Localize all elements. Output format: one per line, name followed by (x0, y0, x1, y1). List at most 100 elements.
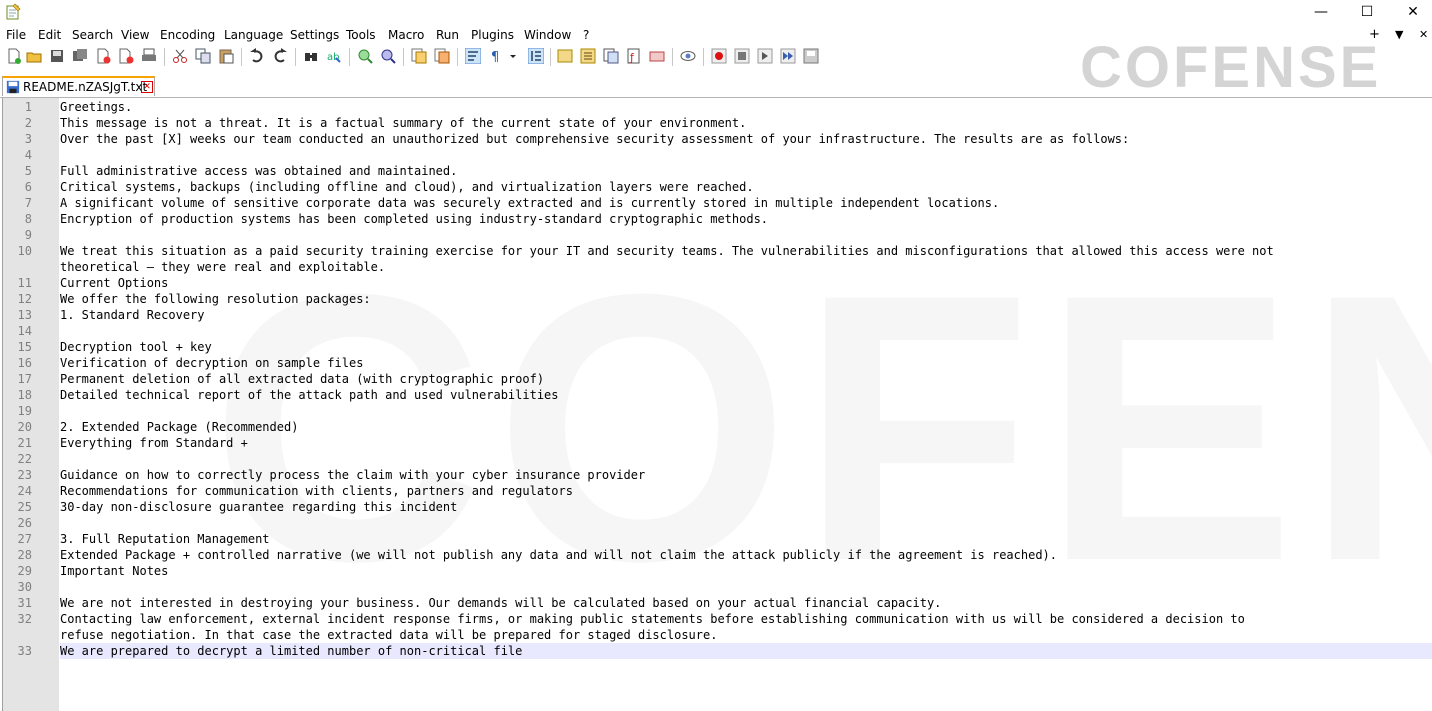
editor-line[interactable]: theoretical — they were real and exploit… (0, 259, 1432, 275)
editor-line[interactable]: 15 Decryption tool + key (0, 339, 1432, 355)
eye-icon[interactable] (680, 48, 696, 64)
line-text[interactable]: Greetings. (60, 99, 132, 115)
menu-help[interactable]: ? (583, 27, 589, 43)
editor-line[interactable]: 25 30-day non-disclosure guarantee regard… (0, 499, 1432, 515)
editor-line[interactable]: 32 Contacting law enforcement, external i… (0, 611, 1432, 627)
zoom-out-icon[interactable] (380, 48, 396, 64)
folder-workspace-icon[interactable]: ƒ (626, 48, 642, 64)
editor-line[interactable]: 22 (0, 451, 1432, 467)
tab-list-dropdown[interactable]: ▼ (1395, 27, 1403, 43)
menu-language[interactable]: Language (224, 27, 283, 43)
close-tab-menu-button[interactable]: ✕ (1419, 27, 1428, 43)
editor-line[interactable]: 12 We offer the following resolution pack… (0, 291, 1432, 307)
redo-icon[interactable] (272, 48, 288, 64)
tab-readme[interactable]: README.nZASJgT.txt ✕ (2, 76, 155, 96)
minimize-button[interactable]: — (1298, 0, 1344, 24)
play-macro-icon[interactable] (757, 48, 773, 64)
zoom-in-icon[interactable] (357, 48, 373, 64)
editor-line[interactable]: 18 Detailed technical report of the attac… (0, 387, 1432, 403)
record-macro-icon[interactable] (711, 48, 727, 64)
run-macro-multiple-icon[interactable] (780, 48, 796, 64)
editor-line[interactable]: 24 Recommendations for communication with… (0, 483, 1432, 499)
line-text[interactable]: Current Options (60, 275, 168, 291)
save-macro-icon[interactable] (803, 48, 819, 64)
editor-line[interactable]: 1 Greetings. (0, 99, 1432, 115)
line-text[interactable]: Everything from Standard + (60, 435, 248, 451)
doc-map-icon[interactable] (580, 48, 596, 64)
line-text[interactable]: Permanent deletion of all extracted data… (60, 371, 544, 387)
line-text[interactable]: We treat this situation as a paid securi… (60, 243, 1274, 259)
stop-macro-icon[interactable] (734, 48, 750, 64)
editor-line[interactable]: 5 Full administrative access was obtained… (0, 163, 1432, 179)
editor-line[interactable]: 20 2. Extended Package (Recommended) (0, 419, 1432, 435)
editor-line[interactable]: 26 (0, 515, 1432, 531)
line-text[interactable]: Guidance on how to correctly process the… (60, 467, 645, 483)
menu-settings[interactable]: Settings (290, 27, 339, 43)
editor-line[interactable]: 2 This message is not a threat. It is a f… (0, 115, 1432, 131)
indent-guide-icon[interactable] (528, 48, 544, 64)
save-all-icon[interactable] (72, 48, 88, 64)
function-list-icon[interactable] (603, 48, 619, 64)
menu-file[interactable]: File (6, 27, 26, 43)
editor-line[interactable]: 4 (0, 147, 1432, 163)
sync-horizontal-icon[interactable] (434, 48, 450, 64)
line-text[interactable]: Detailed technical report of the attack … (60, 387, 559, 403)
menu-edit[interactable]: Edit (38, 27, 61, 43)
line-text[interactable]: Over the past [X] weeks our team conduct… (60, 131, 1129, 147)
editor-line[interactable]: 10 We treat this situation as a paid secu… (0, 243, 1432, 259)
editor-line[interactable]: 14 (0, 323, 1432, 339)
editor-line[interactable]: 19 (0, 403, 1432, 419)
line-text[interactable]: refuse negotiation. In that case the ext… (60, 627, 717, 643)
line-text[interactable]: 30-day non-disclosure guarantee regardin… (60, 499, 457, 515)
editor-line[interactable]: 11 Current Options (0, 275, 1432, 291)
line-text[interactable]: Contacting law enforcement, external inc… (60, 611, 1245, 627)
paste-icon[interactable] (218, 48, 234, 64)
print-icon[interactable] (141, 48, 157, 64)
menu-encoding[interactable]: Encoding (160, 27, 215, 43)
line-text[interactable]: We offer the following resolution packag… (60, 291, 371, 307)
menu-tools[interactable]: Tools (346, 27, 376, 43)
menu-run[interactable]: Run (436, 27, 459, 43)
editor-line[interactable]: 13 1. Standard Recovery (0, 307, 1432, 323)
editor-line[interactable]: 27 3. Full Reputation Management (0, 531, 1432, 547)
word-wrap-icon[interactable] (465, 48, 481, 64)
editor-line[interactable]: 16 Verification of decryption on sample f… (0, 355, 1432, 371)
editor-line[interactable]: 31 We are not interested in destroying yo… (0, 595, 1432, 611)
line-text[interactable]: This message is not a threat. It is a fa… (60, 115, 746, 131)
editor-line[interactable]: 7 A significant volume of sensitive corpo… (0, 195, 1432, 211)
sync-vertical-icon[interactable] (411, 48, 427, 64)
line-text[interactable]: Recommendations for communication with c… (60, 483, 573, 499)
menu-search[interactable]: Search (72, 27, 113, 43)
menu-macro[interactable]: Macro (388, 27, 424, 43)
user-language-icon[interactable] (557, 48, 573, 64)
line-text[interactable]: 1. Standard Recovery (60, 307, 205, 323)
line-text[interactable]: Full administrative access was obtained … (60, 163, 457, 179)
new-file-icon[interactable] (6, 48, 22, 64)
editor-line[interactable]: 6 Critical systems, backups (including of… (0, 179, 1432, 195)
find-icon[interactable] (303, 48, 319, 64)
editor-line[interactable]: 3 Over the past [X] weeks our team conduc… (0, 131, 1432, 147)
editor-line[interactable]: 23 Guidance on how to correctly process t… (0, 467, 1432, 483)
editor-line[interactable]: 30 (0, 579, 1432, 595)
open-file-icon[interactable] (26, 48, 42, 64)
menu-plugins[interactable]: Plugins (471, 27, 514, 43)
line-text[interactable]: A significant volume of sensitive corpor… (60, 195, 999, 211)
line-text[interactable]: 3. Full Reputation Management (60, 531, 270, 547)
line-text[interactable]: Critical systems, backups (including off… (60, 179, 754, 195)
maximize-button[interactable]: ☐ (1344, 0, 1390, 24)
undo-icon[interactable] (249, 48, 265, 64)
editor-line[interactable]: 29 Important Notes (0, 563, 1432, 579)
line-text[interactable]: 2. Extended Package (Recommended) (60, 419, 298, 435)
close-file-icon[interactable] (95, 48, 111, 64)
save-icon[interactable] (49, 48, 65, 64)
close-all-icon[interactable] (118, 48, 134, 64)
monitoring-icon[interactable] (649, 48, 665, 64)
copy-icon[interactable] (195, 48, 211, 64)
line-text[interactable]: Encryption of production systems has bee… (60, 211, 768, 227)
line-text[interactable]: theoretical — they were real and exploit… (60, 259, 385, 275)
editor-line[interactable]: 21 Everything from Standard + (0, 435, 1432, 451)
editor-line[interactable]: 28 Extended Package + controlled narrativ… (0, 547, 1432, 563)
editor-line[interactable]: 17 Permanent deletion of all extracted da… (0, 371, 1432, 387)
editor[interactable]: COFENSE 1Greetings.2This message is not … (0, 98, 1432, 711)
editor-line[interactable]: refuse negotiation. In that case the ext… (0, 627, 1432, 643)
